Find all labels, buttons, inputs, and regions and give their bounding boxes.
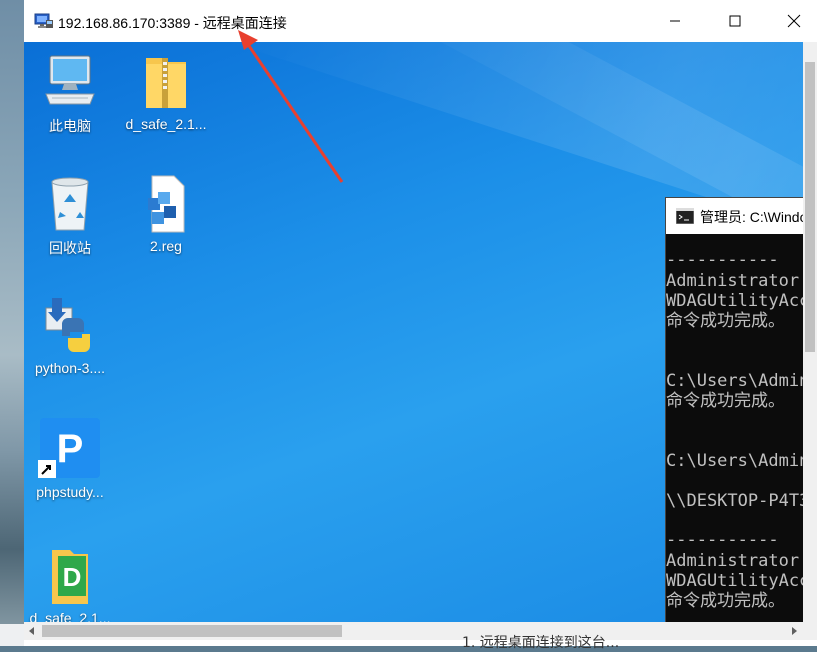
title-bar[interactable]: 192.168.86.170:3389 - 远程桌面连接 bbox=[24, 0, 817, 42]
cmd-line: ----------- bbox=[666, 530, 779, 550]
svg-text:D: D bbox=[63, 562, 82, 592]
minimize-icon bbox=[670, 20, 680, 22]
scroll-left-icon[interactable] bbox=[28, 627, 36, 635]
zip-folder-icon bbox=[146, 58, 186, 108]
desktop-icon-label: 此电脑 bbox=[49, 118, 91, 134]
computer-icon bbox=[45, 55, 95, 105]
vertical-scroll-thumb[interactable] bbox=[805, 62, 815, 352]
desktop-icon-label: python-3.... bbox=[34, 360, 106, 376]
cmd-line: C:\Users\Admin bbox=[666, 371, 803, 391]
desktop-icon-label: d_safe_2.1... bbox=[29, 610, 111, 622]
close-icon bbox=[787, 14, 801, 28]
cmd-icon bbox=[676, 208, 694, 224]
cmd-title-bar[interactable]: 管理员: C:\Windo bbox=[666, 198, 803, 234]
cmd-line: WDAGUtilityAcc bbox=[666, 291, 803, 311]
cmd-line: C:\Users\Admin bbox=[666, 451, 803, 471]
maximize-icon bbox=[729, 15, 741, 27]
cmd-output[interactable]: ----------- Administrator WDAGUtilityAcc… bbox=[666, 234, 803, 622]
desktop-icon-python-installer[interactable]: python-3.... bbox=[24, 294, 116, 376]
desktop-icon-recycle-bin[interactable]: 回收站 bbox=[24, 172, 116, 258]
svg-text:P: P bbox=[57, 427, 84, 471]
recycle-bin-icon bbox=[51, 177, 89, 231]
registry-file-icon bbox=[148, 175, 185, 233]
cmd-line: Administrator bbox=[666, 271, 800, 291]
horizontal-scrollbar[interactable] bbox=[24, 622, 803, 640]
cmd-line: 命令成功完成。 bbox=[666, 391, 785, 411]
window-title: 192.168.86.170:3389 - 远程桌面连接 bbox=[58, 15, 287, 31]
cmd-line: \\DESKTOP-P4T3 bbox=[666, 491, 803, 511]
desktop-icon-2-reg[interactable]: 2.reg bbox=[120, 172, 212, 254]
cmd-line: WDAGUtilityAcc bbox=[666, 571, 803, 591]
python-installer-icon bbox=[45, 298, 90, 352]
cmd-title: 管理员: C:\Windo bbox=[700, 209, 803, 225]
cmd-line: 命令成功完成。 bbox=[666, 591, 785, 611]
maximize-button[interactable] bbox=[712, 0, 758, 42]
desktop-icon-label: d_safe_2.1... bbox=[125, 116, 207, 132]
minimize-button[interactable] bbox=[652, 0, 698, 42]
phpstudy-icon: P bbox=[38, 418, 100, 478]
scroll-right-icon[interactable] bbox=[790, 627, 798, 635]
cmd-line: 命令成功完成。 bbox=[666, 311, 785, 331]
cmd-line: ----------- bbox=[666, 250, 779, 270]
desktop-icon-this-pc[interactable]: 此电脑 bbox=[24, 50, 116, 136]
remote-desktop-icon bbox=[34, 13, 53, 28]
desktop-icon-label: phpstudy... bbox=[36, 484, 104, 500]
d-safe-icon: D bbox=[52, 550, 88, 604]
horizontal-scroll-thumb[interactable] bbox=[42, 625, 342, 637]
desktop-icon-label: 回收站 bbox=[49, 240, 91, 256]
remote-desktop-window: 192.168.86.170:3389 - 远程桌面连接 此电脑 d_safe_… bbox=[24, 0, 817, 646]
vertical-scrollbar[interactable] bbox=[803, 42, 817, 622]
host-desktop-background bbox=[0, 0, 24, 646]
scrollbar-corner bbox=[803, 622, 817, 640]
desktop-icon-d-safe[interactable]: D d_safe_2.1... bbox=[24, 544, 116, 622]
cmd-line: Administrator bbox=[666, 551, 800, 571]
remote-desktop-area[interactable]: 此电脑 d_safe_2.1... 回收站 2.reg python-3....… bbox=[24, 42, 803, 622]
cmd-window[interactable]: 管理员: C:\Windo ----------- Administrator … bbox=[665, 197, 803, 622]
desktop-icon-d-safe-zip[interactable]: d_safe_2.1... bbox=[120, 50, 212, 132]
desktop-icon-label: 2.reg bbox=[150, 238, 182, 254]
host-partial-text: 1. 远程桌面连接到这台... bbox=[462, 635, 620, 651]
desktop-icon-phpstudy[interactable]: P phpstudy... bbox=[24, 418, 116, 500]
close-button[interactable] bbox=[771, 0, 817, 42]
